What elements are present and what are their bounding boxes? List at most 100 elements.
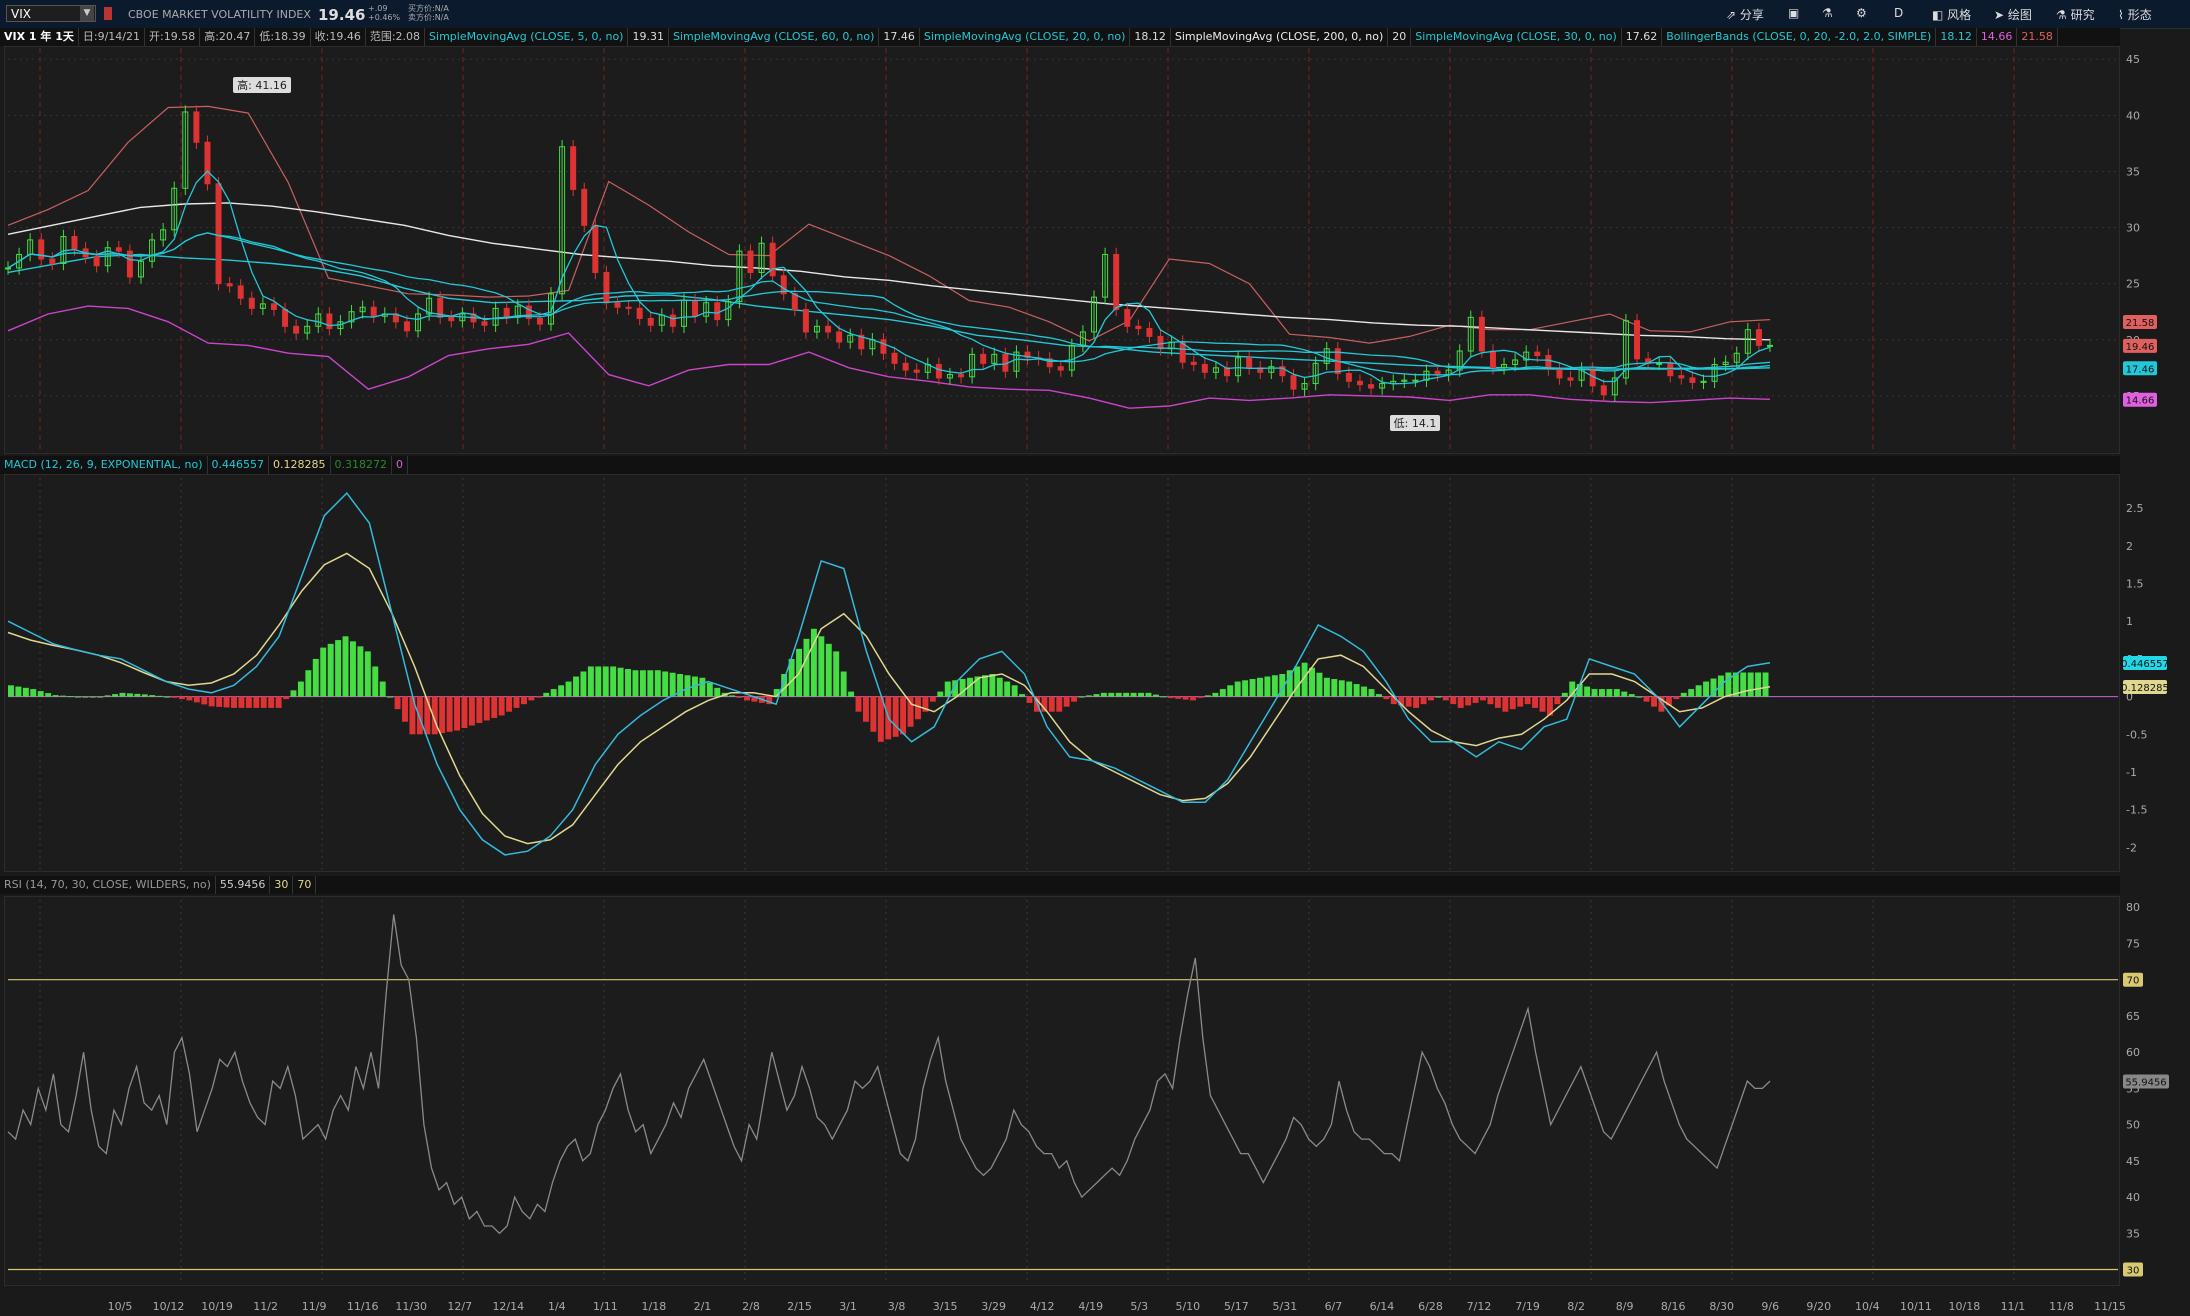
x-tick-label: 11/16 — [347, 1300, 379, 1313]
alert-flag-icon[interactable] — [104, 7, 112, 20]
macd-label[interactable]: MACD (12, 26, 9, EXPONENTIAL, no) — [0, 456, 208, 474]
y-tick-label: 80 — [2126, 901, 2140, 914]
rsi-study-bar: RSI (14, 70, 30, CLOSE, WILDERS, no) 55.9… — [0, 876, 2120, 894]
x-tick-label: 4/12 — [1030, 1300, 1055, 1313]
study-sma20-value: 18.12 — [1130, 28, 1171, 46]
x-tick-label: 9/20 — [1806, 1300, 1831, 1313]
x-tick-label: 10/11 — [1900, 1300, 1932, 1313]
patterns-label: 形态 — [2127, 8, 2152, 22]
cursor-icon: ➤ — [1994, 8, 2005, 22]
x-tick-label: 1/4 — [548, 1300, 566, 1313]
y-tick-label: 70 — [2126, 974, 2140, 987]
share-button[interactable]: ⇗ 分享 — [1726, 6, 1764, 23]
research-button[interactable]: ⚗ 研究 — [2056, 6, 2095, 23]
macd-avg: 0.128285 — [269, 456, 331, 474]
study-sma200[interactable]: SimpleMovingAvg (CLOSE, 200, 0, no) — [1171, 28, 1389, 46]
flask-icon[interactable]: ⚗ — [1822, 6, 1833, 20]
x-tick-label: 5/10 — [1175, 1300, 1200, 1313]
y-tick-label: 65 — [2126, 1010, 2140, 1023]
y-tick-label: 35 — [2126, 165, 2140, 178]
macd-pane[interactable] — [4, 474, 2120, 872]
y-tick-label: 45 — [2126, 1155, 2140, 1168]
y-tick-label: 30 — [2126, 1264, 2140, 1277]
study-info-bar: VIX 1 年 1天 日:9/14/21 开:19.58 高:20.47 低:18.39… — [0, 28, 2120, 46]
x-tick-label: 7/19 — [1515, 1300, 1540, 1313]
y-tick-label: -1.5 — [2126, 804, 2147, 817]
aggregation-selector[interactable]: D — [1894, 6, 1903, 20]
y-tick-label: 60 — [2126, 1046, 2140, 1059]
study-sma200-value: 20 — [1388, 28, 1412, 46]
macd-study-bar: MACD (12, 26, 9, EXPONENTIAL, no) 0.44655… — [0, 456, 2120, 474]
y-tick-label: 0.5 — [2126, 653, 2144, 666]
rsi-level-bubble — [2123, 1262, 2143, 1277]
chart-period[interactable]: VIX 1 年 1天 — [0, 28, 79, 46]
draw-button[interactable]: ➤ 绘图 — [1994, 6, 2032, 23]
symbol-description: CBOE MARKET VOLATILITY INDEX — [128, 8, 311, 21]
rsi-value-bubble — [2123, 1074, 2169, 1089]
x-tick-label: 3/29 — [981, 1300, 1006, 1313]
y-tick-label: 50 — [2126, 1119, 2140, 1132]
y-tick-label: 75 — [2126, 937, 2140, 950]
macd-bubble-label: 0.128285 — [2121, 683, 2169, 694]
macd-zero: 0 — [392, 456, 409, 474]
y-tick-label: 45 — [2126, 53, 2140, 66]
info-low: 低:18.39 — [255, 28, 311, 46]
study-sma30[interactable]: SimpleMovingAvg (CLOSE, 30, 0, no) — [1411, 28, 1622, 46]
y-tick-label: 0 — [2126, 691, 2133, 704]
y-tick-label: -0.5 — [2126, 728, 2147, 741]
x-tick-label: 12/7 — [447, 1300, 472, 1313]
x-tick-label: 7/12 — [1467, 1300, 1492, 1313]
macd-bubble — [2123, 679, 2167, 694]
x-tick-label: 10/18 — [1949, 1300, 1981, 1313]
study-bollinger[interactable]: BollingerBands (CLOSE, 0, 20, -2.0, 2.0,… — [1662, 28, 1937, 46]
price-bubble-label: 19.46 — [2126, 342, 2155, 353]
patterns-icon: ⌇ — [2118, 8, 2124, 22]
price-bubble-label: 21.58 — [2126, 318, 2155, 329]
x-tick-label: 3/15 — [933, 1300, 958, 1313]
x-tick-label: 10/19 — [201, 1300, 233, 1313]
style-button[interactable]: ◧ 风格 — [1932, 6, 1971, 23]
study-bb-mid-value: 18.12 — [1936, 28, 1977, 46]
x-tick-label: 2/8 — [742, 1300, 760, 1313]
x-tick-label: 1/11 — [593, 1300, 618, 1313]
flask-small-icon: ⚗ — [2056, 8, 2067, 22]
x-tick-label: 11/30 — [395, 1300, 427, 1313]
study-sma60-value: 17.46 — [879, 28, 920, 46]
patterns-button[interactable]: ⌇ 形态 — [2118, 6, 2152, 23]
macd-bubble-label: 0.446557 — [2121, 659, 2169, 670]
chart-layout-icon[interactable]: ▣ — [1788, 6, 1799, 20]
info-open: 开:19.58 — [145, 28, 201, 46]
x-tick-label: 4/19 — [1078, 1300, 1103, 1313]
macd-bubble — [2123, 655, 2167, 670]
x-tick-label: 11/15 — [2094, 1300, 2126, 1313]
y-tick-label: 30 — [2126, 222, 2140, 235]
gear-icon[interactable]: ⚙ — [1856, 6, 1867, 20]
x-tick-label: 5/17 — [1224, 1300, 1249, 1313]
info-date: 日:9/14/21 — [79, 28, 146, 46]
price-change: +.09 +0.46% — [368, 4, 400, 22]
x-tick-label: 6/7 — [1325, 1300, 1343, 1313]
rsi-pane[interactable] — [4, 896, 2120, 1286]
macd-diff: 0.318272 — [331, 456, 393, 474]
share-label: 分享 — [1739, 8, 1764, 22]
rsi-label[interactable]: RSI (14, 70, 30, CLOSE, WILDERS, no) — [0, 876, 216, 894]
price-bubble-label: 14.66 — [2126, 396, 2155, 407]
x-tick-label: 1/18 — [642, 1300, 667, 1313]
rsi-level-bubble-label: 70 — [2127, 976, 2140, 987]
study-sma60[interactable]: SimpleMovingAvg (CLOSE, 60, 0, no) — [669, 28, 880, 46]
y-tick-label: -2 — [2126, 841, 2137, 854]
y-tick-label: 20 — [2126, 334, 2140, 347]
x-tick-label: 10/4 — [1855, 1300, 1880, 1313]
ask-value: 卖方价:N/A — [408, 13, 449, 22]
x-tick-label: 6/14 — [1370, 1300, 1395, 1313]
bid-value: 买方价:N/A — [408, 4, 449, 13]
y-tick-label: 2.5 — [2126, 502, 2144, 515]
info-range: 范围:2.08 — [366, 28, 426, 46]
price-bubble — [2123, 361, 2157, 376]
study-sma5[interactable]: SimpleMovingAvg (CLOSE, 5, 0, no) — [425, 28, 629, 46]
symbol-dropdown-icon[interactable]: ▼ — [80, 6, 94, 21]
study-sma20[interactable]: SimpleMovingAvg (CLOSE, 20, 0, no) — [920, 28, 1131, 46]
price-pane[interactable] — [4, 46, 2120, 454]
study-sma5-value: 19.31 — [628, 28, 669, 46]
y-tick-label: 1 — [2126, 615, 2133, 628]
